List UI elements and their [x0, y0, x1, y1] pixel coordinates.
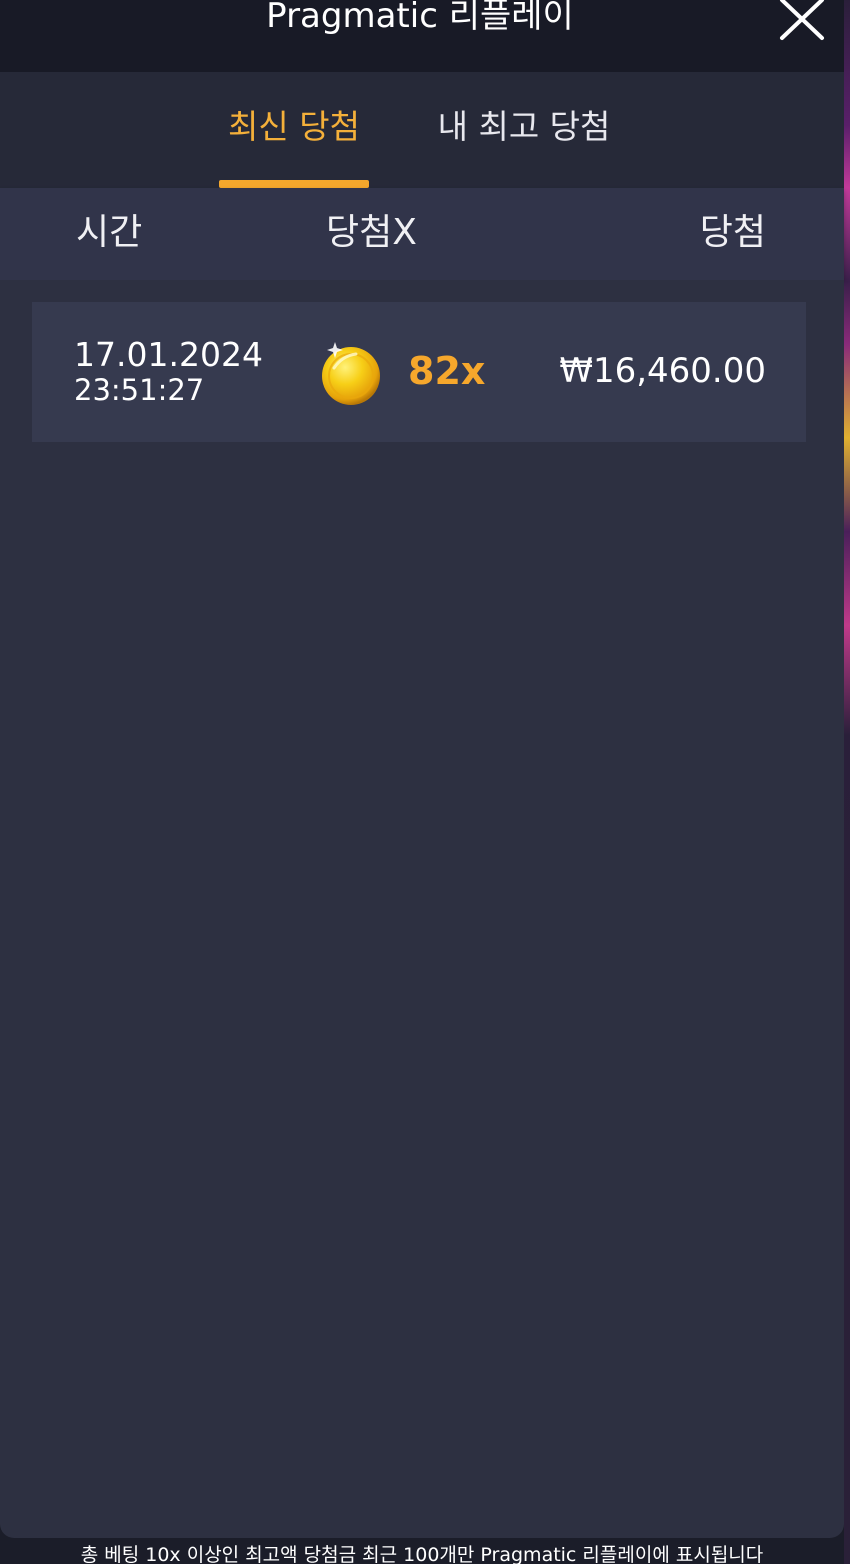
- active-tab-indicator: [219, 180, 369, 188]
- close-button[interactable]: [776, 0, 826, 42]
- table-row[interactable]: 17.01.2024 23:51:27 82x ₩16,460.00: [32, 302, 806, 442]
- column-header-time: 시간: [76, 212, 143, 253]
- header-bar: Pragmatic 리플레이: [0, 0, 844, 72]
- table-header: 시간 당첨X 당첨: [0, 188, 844, 280]
- row-time: 23:51:27: [74, 373, 205, 407]
- column-header-multiplier: 당첨X: [326, 212, 417, 253]
- row-win-amount: ₩16,460.00: [559, 351, 766, 391]
- wins-list: 17.01.2024 23:51:27 82x ₩16,460.00: [0, 280, 844, 1538]
- row-date: 17.01.2024: [74, 335, 263, 374]
- game-background-edge: [844, 0, 850, 1564]
- close-icon: [780, 0, 824, 40]
- page-title: Pragmatic 리플레이: [266, 0, 574, 36]
- column-header-win: 당첨: [699, 212, 766, 253]
- tab-my-best-wins[interactable]: 내 최고 당첨: [418, 102, 630, 188]
- footer-note: 총 베팅 10x 이상인 최고액 당첨금 최근 100개만 Pragmatic …: [80, 1544, 764, 1564]
- row-multiplier: 82x: [408, 349, 486, 393]
- tab-latest-wins[interactable]: 최신 당첨: [219, 102, 369, 188]
- tab-bar: 최신 당첨 내 최고 당첨: [0, 72, 844, 188]
- gold-coin-icon: [320, 338, 384, 406]
- replay-panel: Pragmatic 리플레이 최신 당첨 내 최고 당첨 시간 당첨X 당첨 1…: [0, 0, 850, 1564]
